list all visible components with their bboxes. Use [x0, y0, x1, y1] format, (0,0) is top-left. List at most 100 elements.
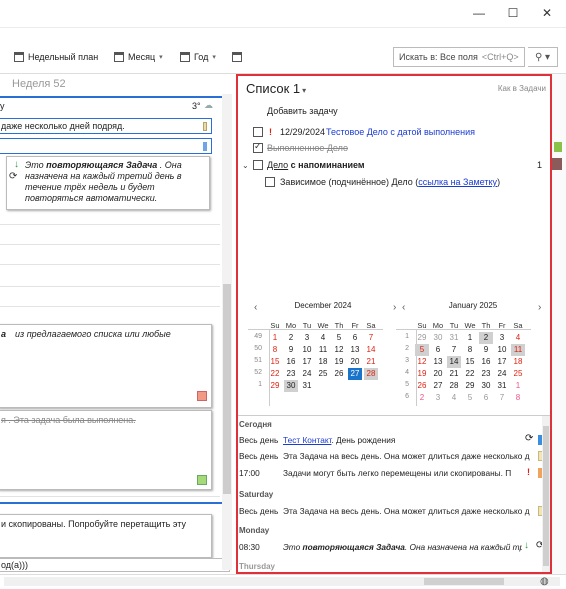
calendar-day[interactable]: 30 — [479, 380, 493, 392]
minimize-button[interactable]: — — [462, 0, 496, 26]
task-checkbox[interactable] — [265, 177, 275, 187]
year-button[interactable]: Год ▾ — [180, 49, 216, 65]
search-button[interactable]: ⚲ ▾ — [528, 47, 558, 67]
calendar-day[interactable]: 5 — [332, 332, 346, 344]
task-checkbox[interactable] — [253, 127, 263, 137]
calendar-day[interactable]: 7 — [447, 344, 461, 356]
formula-field[interactable]: од(а))) — [0, 558, 230, 572]
calendar-day[interactable]: 8 — [511, 392, 525, 404]
task-card-done[interactable]: я . Эта задача была выполнена. — [0, 410, 212, 490]
calendar-day[interactable]: 6 — [431, 344, 445, 356]
calendar-day[interactable]: 31 — [300, 380, 314, 392]
calendar-day[interactable]: 27 — [431, 380, 445, 392]
calendar-day[interactable]: 17 — [495, 356, 509, 368]
calendar-day[interactable]: 21 — [364, 356, 378, 368]
week-plan-button[interactable]: Недельный план — [14, 49, 98, 65]
calendar-day[interactable]: 28 — [364, 368, 378, 380]
calendar-day[interactable]: 26 — [415, 380, 429, 392]
maximize-button[interactable]: ☐ — [496, 0, 530, 26]
calendar-day[interactable]: 5 — [463, 392, 477, 404]
calendar-day[interactable]: 15 — [268, 356, 282, 368]
calendar-day[interactable]: 30 — [284, 380, 298, 392]
agenda-item[interactable]: Весь день Эта Задача на весь день. Она мо… — [239, 506, 539, 516]
calendar-day[interactable]: 8 — [268, 344, 282, 356]
task-row[interactable]: Выполненное Дело — [238, 140, 550, 156]
view-mode-label[interactable]: Как в Задачи — [498, 84, 546, 93]
left-scrollbar[interactable] — [222, 94, 232, 570]
calendar-day[interactable]: 2 — [284, 332, 298, 344]
calendar-day[interactable]: 23 — [479, 368, 493, 380]
calendar-day[interactable]: 2 — [479, 332, 493, 344]
calendar-day[interactable]: 26 — [332, 368, 346, 380]
task-title[interactable]: Тестовое Дело с датой выполнения — [326, 127, 475, 137]
agenda-item[interactable]: Весь день Эта Задача на весь день. Она мо… — [239, 451, 539, 461]
calendar-day[interactable]: 10 — [300, 344, 314, 356]
calendar-day[interactable]: 20 — [431, 368, 445, 380]
globe-icon[interactable]: ◍ — [540, 576, 549, 587]
task-row[interactable]: ⌄ Дело с напоминанием 1 — [238, 157, 550, 173]
calendar-day[interactable]: 29 — [463, 380, 477, 392]
calendar-day[interactable]: 4 — [511, 332, 525, 344]
calendar-day[interactable]: 29 — [415, 332, 429, 344]
calendar-day[interactable]: 12 — [332, 344, 346, 356]
contact-link[interactable]: Тест Контакт — [283, 435, 331, 445]
calendar-day[interactable]: 25 — [316, 368, 330, 380]
month-button[interactable]: Месяц ▾ — [114, 49, 163, 65]
calendar-day[interactable]: 7 — [364, 332, 378, 344]
calendar-day[interactable]: 1 — [463, 332, 477, 344]
agenda-item[interactable]: 08:30 Это повторяющаяся Задача. Она назна… — [239, 542, 522, 552]
calendar-day[interactable]: 28 — [447, 380, 461, 392]
agenda-item[interactable]: 17:00 Задачи могут быть легко перемещены … — [239, 468, 519, 478]
add-task-button[interactable]: Добавить задачу — [267, 106, 338, 116]
calendar-day[interactable]: 18 — [316, 356, 330, 368]
calendar-day[interactable]: 22 — [463, 368, 477, 380]
list-selector[interactable]: Список 1 ▾ — [246, 81, 306, 96]
horizontal-scrollbar[interactable] — [4, 577, 560, 586]
calendar-day[interactable]: 3 — [431, 392, 445, 404]
calendar-day[interactable]: 9 — [479, 344, 493, 356]
calendar-day[interactable]: 2 — [415, 392, 429, 404]
calendar-day[interactable]: 21 — [447, 368, 461, 380]
expand-icon[interactable]: ⌄ — [242, 161, 249, 170]
calendar-day[interactable]: 20 — [348, 356, 362, 368]
task-card-3[interactable]: и скопированы. Попробуйте перетащить эту — [0, 514, 212, 558]
calendar-day[interactable]: 10 — [495, 344, 509, 356]
calendar-day[interactable]: 14 — [364, 344, 378, 356]
calendar-day[interactable]: 24 — [495, 368, 509, 380]
calendar-day[interactable]: 3 — [495, 332, 509, 344]
task-row[interactable]: ! 12/29/2024 Тестовое Дело с датой выпол… — [238, 124, 550, 140]
scroll-thumb[interactable] — [424, 578, 504, 585]
calendar-day[interactable]: 6 — [479, 392, 493, 404]
agenda-item[interactable]: Весь день Тест Контакт. День рождения — [239, 435, 539, 445]
calendar-day[interactable]: 27 — [348, 368, 362, 380]
calendar-day[interactable]: 1 — [268, 332, 282, 344]
task-checkbox[interactable] — [253, 160, 263, 170]
calendar-day[interactable]: 13 — [348, 344, 362, 356]
calendar-day[interactable]: 31 — [447, 332, 461, 344]
event-bar[interactable]: даже несколько дней подряд. — [0, 118, 212, 134]
calendar-day[interactable]: 30 — [431, 332, 445, 344]
event-bar-2[interactable] — [0, 138, 212, 154]
calendar-day[interactable]: 29 — [268, 380, 282, 392]
calendar-day[interactable]: 3 — [300, 332, 314, 344]
calendar-day[interactable]: 22 — [268, 368, 282, 380]
calendar-day[interactable]: 16 — [284, 356, 298, 368]
close-button[interactable]: ✕ — [530, 0, 564, 26]
scroll-thumb[interactable] — [543, 426, 549, 566]
calendar-day[interactable]: 31 — [495, 380, 509, 392]
calendar-day[interactable]: 7 — [495, 392, 509, 404]
calendar-day[interactable]: 14 — [447, 356, 461, 368]
calendar-day[interactable]: 25 — [511, 368, 525, 380]
scroll-thumb[interactable] — [223, 284, 231, 494]
calendar-day[interactable]: 18 — [511, 356, 525, 368]
calendar-day[interactable]: 6 — [348, 332, 362, 344]
agenda-scrollbar[interactable] — [542, 416, 550, 572]
note-link[interactable]: ссылка на Заметку — [418, 177, 497, 187]
calendar-day[interactable]: 19 — [415, 368, 429, 380]
calendar-day[interactable]: 11 — [316, 344, 330, 356]
search-input[interactable]: Искать в: Все поля <Ctrl+Q> — [393, 47, 525, 67]
task-card-2[interactable]: а из предлагаемого списка или любые — [0, 324, 212, 408]
today-button[interactable] — [232, 49, 246, 65]
calendar-day[interactable]: 5 — [415, 344, 429, 356]
calendar-day[interactable]: 9 — [284, 344, 298, 356]
